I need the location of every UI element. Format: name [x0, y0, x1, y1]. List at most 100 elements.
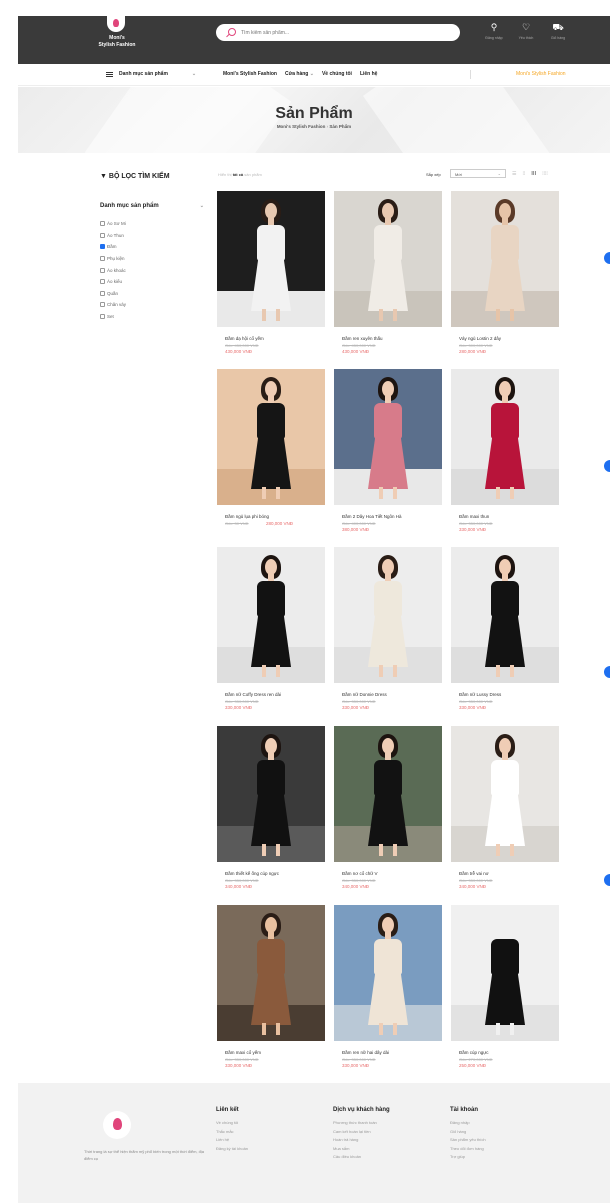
filter-checkbox[interactable]: [100, 302, 105, 308]
category-filter-item[interactable]: Áo khoác: [100, 264, 204, 276]
product-image[interactable]: [334, 905, 442, 1041]
product-sale-price: 430,000 VNĐ: [342, 349, 370, 354]
chat-icon[interactable]: [604, 874, 610, 886]
filter-checkbox[interactable]: [100, 314, 105, 320]
product-name[interactable]: Đầm nữ Donnie Dress: [342, 692, 442, 697]
category-filter-item[interactable]: Set: [100, 311, 204, 323]
filter-icon: ▼: [100, 173, 107, 180]
product-sale-price: 330,000 VNĐ: [225, 705, 253, 710]
filter-checkbox[interactable]: [100, 267, 105, 273]
product-image[interactable]: [217, 191, 325, 327]
footer-link[interactable]: Hoàn trả hàng: [333, 1137, 443, 1146]
user-icon: ⚲: [490, 22, 498, 32]
filter-checkbox[interactable]: [100, 244, 105, 250]
category-filter-item[interactable]: Áo Thun: [100, 230, 204, 242]
product-name[interactable]: Đầm trễ vai nơ: [459, 871, 559, 876]
product-image[interactable]: [451, 726, 559, 862]
filter-checkbox[interactable]: [100, 290, 105, 296]
original-price-text: Gốc: 350,000 VNĐ: [459, 878, 493, 883]
footer-link[interactable]: Phương thức thanh toán: [333, 1120, 443, 1129]
wishlist-button[interactable]: ♡ Yêu thích: [514, 22, 538, 40]
footer-link[interactable]: Trợ giúp: [450, 1154, 560, 1163]
footer-link[interactable]: Cam kết hoàn lại tiền: [333, 1129, 443, 1138]
product-image[interactable]: [217, 369, 325, 505]
category-filter-item[interactable]: Quần: [100, 288, 204, 300]
footer-link[interactable]: Đăng ký tài khoản: [216, 1146, 326, 1155]
filter-label: Đầm: [107, 244, 117, 250]
product-image[interactable]: [217, 726, 325, 862]
product-sale-price: 330,000 VNĐ: [459, 705, 487, 710]
filter-checkbox[interactable]: [100, 256, 105, 262]
product-name[interactable]: Đầm nơ cổ chữ V: [342, 871, 442, 876]
grid-2-view-icon[interactable]: ⁞⁞: [522, 171, 525, 177]
grid-3-view-icon[interactable]: ⁞⁞⁞: [531, 171, 536, 177]
list-view-icon[interactable]: ☰: [512, 171, 516, 177]
sort-select[interactable]: Mới ⌄: [450, 169, 506, 178]
footer-logo[interactable]: [103, 1111, 131, 1139]
filter-checkbox[interactable]: [100, 279, 105, 285]
product-image[interactable]: [451, 905, 559, 1041]
product-image[interactable]: [217, 905, 325, 1041]
footer-link[interactable]: Giỏ hàng: [450, 1129, 560, 1138]
chat-icon[interactable]: [604, 252, 610, 264]
product-image[interactable]: [334, 726, 442, 862]
nav-brand-link[interactable]: Moni's Stylish Fashion: [516, 71, 566, 77]
footer-link[interactable]: Mua sắm: [333, 1146, 443, 1155]
result-bold: tất cả: [232, 172, 244, 177]
product-name[interactable]: Đầm dạ hội cổ yếm: [225, 336, 325, 341]
category-menu-button[interactable]: Danh mục sản phẩm ⌄: [106, 71, 196, 77]
filter-label: Áo kiểu: [107, 279, 123, 285]
category-filter-item[interactable]: Chân váy: [100, 299, 204, 311]
product-name[interactable]: Đầm nữ Lussy Dress: [459, 692, 559, 697]
category-filter-item[interactable]: Phụ kiện: [100, 253, 204, 265]
nav-link-contact[interactable]: Liên hệ: [360, 71, 378, 77]
product-image[interactable]: [334, 191, 442, 327]
product-name[interactable]: Đầm thiết kế ống cúp ngực: [225, 871, 325, 876]
product-name[interactable]: Đầm ngủ lụa phi bóng: [225, 514, 325, 519]
footer-link[interactable]: Thắc mắc: [216, 1129, 326, 1138]
product-name[interactable]: Đầm maxi thun: [459, 514, 559, 519]
category-filter-item[interactable]: Áo Sơ Mi: [100, 218, 204, 230]
product-image[interactable]: [334, 369, 442, 505]
product-image[interactable]: [451, 547, 559, 683]
search-input[interactable]: [241, 27, 441, 38]
product-name[interactable]: Đầm nữ Coffy Dress ren dài: [225, 692, 325, 697]
product-name[interactable]: Váy ngủ Lostin 2 dây: [459, 336, 559, 341]
nav-link-home[interactable]: Moni's Stylish Fashion: [223, 71, 277, 77]
breadcrumb-home[interactable]: Moni's Stylish Fashion: [277, 124, 326, 129]
sort-value: Mới: [455, 172, 462, 177]
product-name[interactable]: Đầm ren nữ hai dây dài: [342, 1050, 442, 1055]
footer-link[interactable]: Đăng nhập: [450, 1120, 560, 1129]
footer-link[interactable]: Câu điều khoản: [333, 1154, 443, 1163]
login-label: Đăng nhập: [485, 36, 503, 40]
category-filter-header[interactable]: Danh mục sản phẩm ⌄: [100, 203, 204, 209]
filter-checkbox[interactable]: [100, 221, 105, 227]
chat-icon[interactable]: [604, 460, 610, 472]
product-image[interactable]: [451, 191, 559, 327]
footer-link[interactable]: Về chúng tôi: [216, 1120, 326, 1129]
product-name[interactable]: Đầm cúp ngực: [459, 1050, 559, 1055]
filter-checkbox[interactable]: [100, 232, 105, 238]
product-image[interactable]: [217, 547, 325, 683]
grid-4-view-icon[interactable]: ⁞⁞⁞⁞: [542, 171, 548, 177]
cart-button[interactable]: ⛟ Giỏ hàng: [546, 22, 570, 40]
product-image[interactable]: [451, 369, 559, 505]
nav-link-store[interactable]: Cửa hàng ⌄: [285, 71, 314, 77]
product-name[interactable]: Đầm ren xuyên thấu: [342, 336, 442, 341]
chat-icon[interactable]: [604, 666, 610, 678]
category-filter-item[interactable]: Đầm: [100, 241, 204, 253]
footer-link[interactable]: Liên hệ: [216, 1137, 326, 1146]
product-name[interactable]: Đầm maxi cổ yếm: [225, 1050, 325, 1055]
search-icon[interactable]: [228, 28, 236, 36]
login-button[interactable]: ⚲ Đăng nhập: [482, 22, 506, 40]
brand-logo[interactable]: Moni's Stylish Fashion: [74, 16, 164, 64]
breadcrumb-current: Sản Phẩm: [329, 124, 352, 129]
footer-link[interactable]: Theo dõi đơn hàng: [450, 1146, 560, 1155]
category-filter-item[interactable]: Áo kiểu: [100, 276, 204, 288]
filter-label: Áo Thun: [107, 232, 124, 238]
product-image[interactable]: [334, 547, 442, 683]
product-name[interactable]: Đầm 2 Dây Hoa Tiết Ngôn Hà: [342, 514, 442, 519]
search-bar[interactable]: [216, 24, 460, 41]
footer-link[interactable]: Sản phẩm yêu thích: [450, 1137, 560, 1146]
nav-link-about[interactable]: Về chúng tôi: [322, 71, 352, 77]
